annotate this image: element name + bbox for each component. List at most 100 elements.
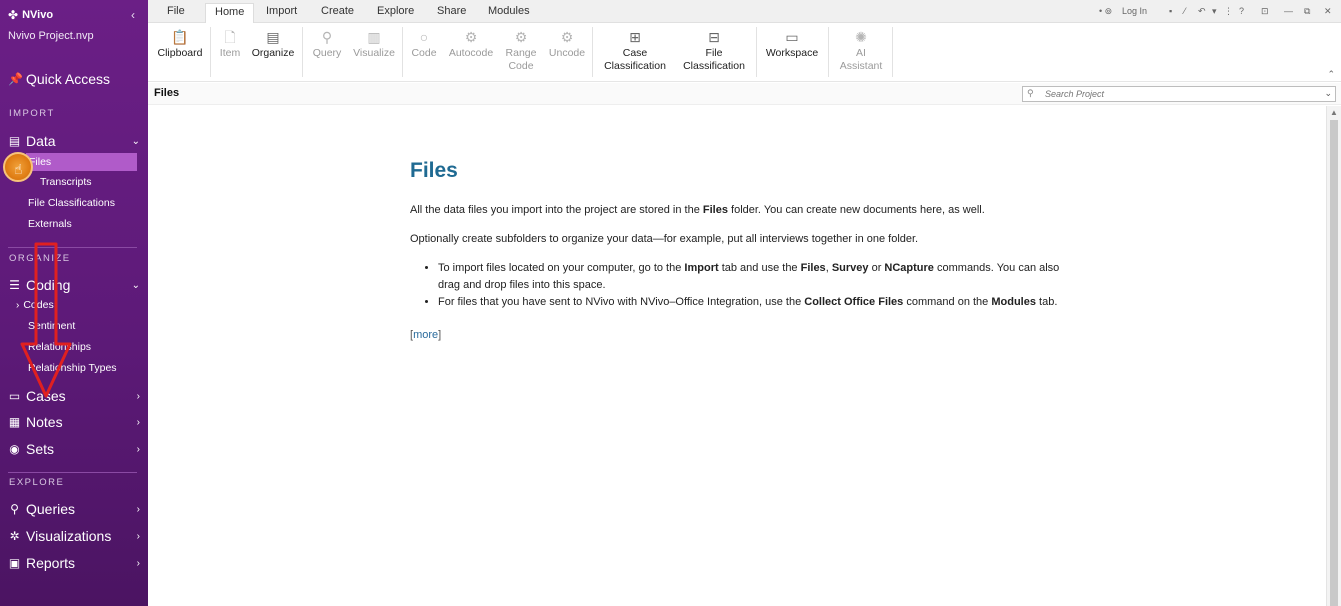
case-classification-icon: ⊞ (629, 29, 641, 45)
project-name: Nvivo Project.nvp (8, 30, 94, 42)
chevron-down-icon: ⌄ (131, 279, 140, 291)
arrow-outline (20, 242, 72, 398)
chevron-right-icon: › (136, 390, 140, 402)
workspace-button[interactable]: ▭ Workspace (762, 27, 822, 60)
login-link[interactable]: Log In (1122, 6, 1147, 16)
collapse-sidebar-icon[interactable]: ‹ (131, 8, 135, 22)
save-icon[interactable]: ▪ (1169, 6, 1172, 16)
sidebar-item-visualizations[interactable]: ✲ Visualizations › (8, 528, 140, 544)
view-title: Files (154, 87, 180, 99)
sidebar-item-data[interactable]: ▤ Data ⌄ (8, 133, 140, 149)
visualize-button[interactable]: ▥ Visualize (350, 27, 398, 60)
uncode-icon: ⚙ (560, 29, 574, 45)
undo-icon[interactable]: ↶ (1198, 6, 1206, 17)
clipboard-button[interactable]: 📋 Clipboard (156, 27, 204, 60)
section-explore: EXPLORE (9, 477, 65, 488)
tab-home[interactable]: Home (205, 3, 255, 24)
ai-assistant-button[interactable]: ✺ AI Assistant (834, 27, 888, 73)
case-classification-button[interactable]: ⊞ Case Classification (599, 27, 671, 73)
tab-import[interactable]: Import (266, 5, 297, 17)
file-classification-button[interactable]: ⊟ File Classification (678, 27, 750, 73)
tab-file[interactable]: File (167, 5, 185, 17)
chevron-right-icon: › (136, 443, 140, 455)
code-button[interactable]: ○ Code (407, 27, 441, 60)
sidebar-item-sets[interactable]: ◉ Sets › (8, 441, 140, 457)
page-title: Files (410, 159, 458, 182)
nvivo-logo-icon: ✤ (8, 8, 19, 22)
organize-button[interactable]: ▤ Organize (250, 27, 296, 60)
chevron-right-icon: › (136, 416, 140, 428)
redo-icon[interactable]: ▾ (1212, 6, 1217, 17)
query-button[interactable]: ⚲ Query (308, 27, 346, 60)
search-icon: ⚲ (10, 502, 19, 516)
item-button[interactable]: 🗋 Item (216, 27, 244, 60)
chevron-down-icon: ⌄ (131, 135, 140, 147)
item-icon: 🗋 (224, 29, 236, 45)
more-icon[interactable]: ⋮ (1224, 6, 1233, 17)
chevron-down-icon[interactable]: ⌄ (1324, 88, 1332, 99)
autocode-button[interactable]: ⚙ Autocode (444, 27, 498, 60)
chevron-right-icon: › (136, 530, 140, 542)
ribbon-separator (402, 27, 403, 77)
sidebar-item-files[interactable]: Files (26, 153, 137, 171)
restore-icon[interactable]: ⧉ (1304, 6, 1310, 17)
workspace-icon: ▭ (785, 29, 799, 45)
scrollbar-thumb[interactable] (1330, 120, 1338, 606)
clipboard-icon: 📋 (171, 29, 189, 45)
sidebar-item-file-classifications[interactable]: File Classifications (28, 197, 115, 209)
hand-cursor-icon: ☝ (14, 161, 23, 177)
search-project-field[interactable]: ⚲ ⌄ (1022, 86, 1336, 102)
help-icon[interactable]: ? (1239, 6, 1244, 16)
tab-create[interactable]: Create (321, 5, 354, 17)
ribbon-home: 📋 Clipboard 🗋 Item ▤ Organize ⚲ Query ▥ … (148, 23, 1341, 82)
tab-explore[interactable]: Explore (377, 5, 414, 17)
app-name: NVivo (22, 9, 54, 21)
main-content: Files All the data files you import into… (148, 106, 1326, 606)
tab-share[interactable]: Share (437, 5, 466, 17)
autocode-icon: ⚙ (464, 29, 478, 45)
more-link[interactable]: more (413, 329, 438, 341)
view-header: Files ⚲ ⌄ (148, 83, 1341, 105)
pin-icon: 📌 (8, 72, 23, 86)
range-code-icon: ⚙ (514, 29, 528, 45)
sidebar-item-quick-access[interactable]: 📌 Quick Access (8, 71, 140, 87)
collapse-ribbon-icon[interactable]: ⌃ (1327, 69, 1335, 80)
ai-brain-icon: ✺ (855, 29, 867, 45)
subfolder-paragraph: Optionally create subfolders to organize… (410, 233, 919, 245)
vertical-scrollbar[interactable]: ▲ (1326, 106, 1341, 606)
range-code-button[interactable]: ⚙ Range Code (500, 27, 542, 73)
ribbon-separator (828, 27, 829, 77)
chat-icon[interactable]: ⊡ (1261, 6, 1269, 17)
visualization-icon: ✲ (9, 529, 20, 543)
chart-icon: ▥ (367, 29, 381, 45)
sets-icon: ◉ (9, 442, 20, 456)
chevron-right-icon: › (16, 300, 20, 311)
uncode-button[interactable]: ⚙ Uncode (544, 27, 590, 60)
sidebar-item-notes[interactable]: ▦ Notes › (8, 414, 140, 430)
sidebar-item-reports[interactable]: ▣ Reports › (8, 555, 140, 571)
divider (8, 472, 137, 473)
scroll-up-icon[interactable]: ▲ (1330, 108, 1338, 117)
tab-modules[interactable]: Modules (488, 5, 530, 17)
file-classification-icon: ⊟ (708, 29, 720, 45)
search-icon: ⚲ (1027, 88, 1034, 98)
chevron-right-icon: › (136, 503, 140, 515)
organize-icon: ▤ (266, 29, 280, 45)
chevron-right-icon: › (136, 557, 140, 569)
edit-icon[interactable]: ⁄ (1184, 6, 1186, 16)
sidebar-item-queries[interactable]: ⚲ Queries › (8, 501, 140, 517)
sidebar-item-externals[interactable]: Externals (28, 218, 72, 230)
search-input[interactable] (1045, 88, 1315, 100)
annotation-arrow-down (20, 242, 72, 398)
ribbon-tab-bar: File Home Import Create Explore Share Mo… (148, 0, 1341, 24)
intro-paragraph: All the data files you import into the p… (410, 204, 985, 216)
ribbon-separator (756, 27, 757, 77)
account-icon[interactable]: • ⊚ (1099, 6, 1112, 17)
close-icon[interactable]: ✕ (1324, 6, 1332, 17)
notes-icon: ▦ (8, 415, 21, 429)
ribbon-separator (592, 27, 593, 77)
query-icon: ⚲ (321, 29, 333, 45)
list-item: For files that you have sent to NVivo wi… (438, 294, 1080, 311)
minimize-icon[interactable]: — (1284, 6, 1293, 16)
sidebar-item-transcripts[interactable]: Transcripts (40, 176, 92, 188)
